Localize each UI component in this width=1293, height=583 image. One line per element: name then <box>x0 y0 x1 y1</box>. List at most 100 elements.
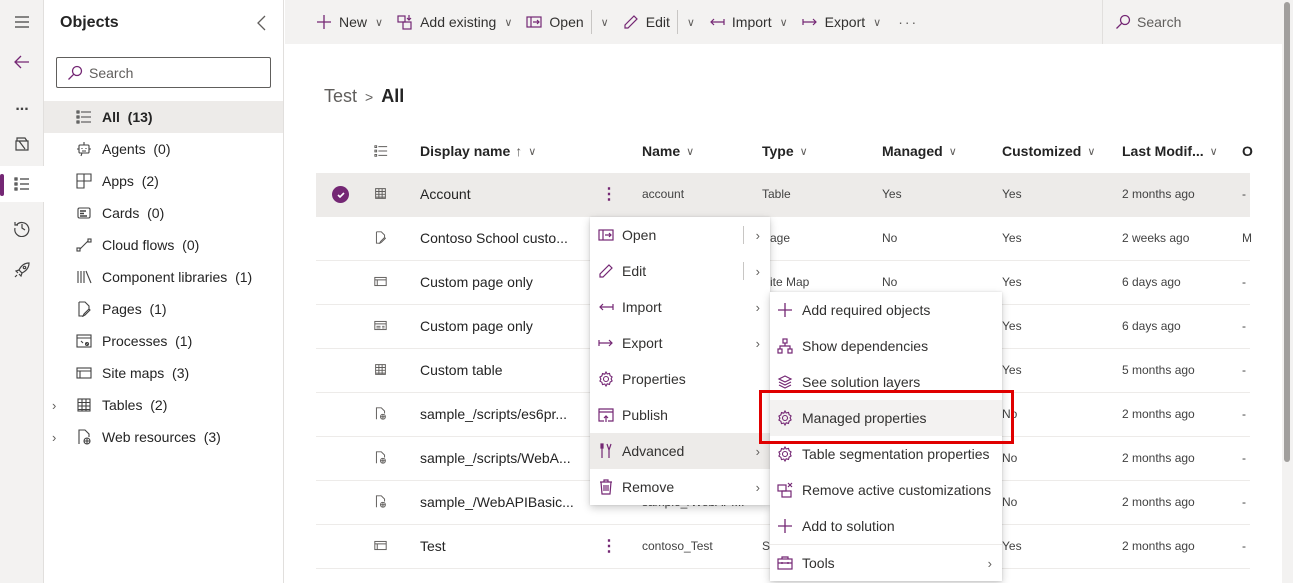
cell-display-name[interactable]: sample_/WebAPIBasic... <box>420 494 574 510</box>
menu-item-publish[interactable]: Publish <box>590 397 770 433</box>
chevron-right-icon[interactable]: › <box>756 228 760 243</box>
cell-name: contoso_Test <box>642 539 713 553</box>
objects-item-component-libraries[interactable]: Component libraries (1) <box>44 261 283 293</box>
cell-display-name[interactable]: sample_/scripts/WebA... <box>420 450 571 466</box>
menu-item-properties[interactable]: Properties <box>590 361 770 397</box>
menu-item-remove-active-customizations[interactable]: Remove active customizations <box>770 472 1002 508</box>
chevron-down-icon: ∨ <box>1087 145 1096 158</box>
table-row[interactable]: Contoso School custo... Page No Yes 2 we… <box>316 217 1252 261</box>
column-header-managed[interactable]: Managed ∨ <box>882 143 957 159</box>
objects-search-input[interactable]: Search <box>56 57 271 88</box>
new-button[interactable]: New ∨ <box>309 0 390 44</box>
breadcrumb-parent[interactable]: Test <box>324 86 357 107</box>
item-label: Cloud flows <box>102 237 175 253</box>
cell-display-name[interactable]: Custom page only <box>420 318 533 334</box>
objects-item-pages[interactable]: Pages (1) <box>44 293 283 325</box>
item-count: (13) <box>127 109 153 125</box>
objects-item-agents[interactable]: Agents (0) <box>44 133 283 165</box>
cell-owner: - <box>1242 407 1246 421</box>
export-button[interactable]: Export ∨ <box>795 0 889 44</box>
objects-item-all[interactable]: All (13) <box>44 101 283 133</box>
collapse-pane-button[interactable] <box>252 12 272 34</box>
back-arrow-icon <box>14 55 29 69</box>
cell-last-modified: 2 months ago <box>1122 451 1195 465</box>
history-icon <box>14 221 30 237</box>
rail-deploy[interactable] <box>0 252 44 288</box>
command-search-input[interactable]: Search <box>1102 0 1285 44</box>
cell-customized: Yes <box>1002 231 1022 245</box>
cell-customized: Yes <box>1002 319 1022 333</box>
rail-solutions[interactable] <box>0 126 44 162</box>
item-label: All <box>102 109 120 125</box>
chevron-right-icon[interactable]: › <box>756 264 760 279</box>
chevron-right-icon[interactable]: › <box>52 430 64 445</box>
column-header-last-modified[interactable]: Last Modif... ∨ <box>1122 143 1218 159</box>
open-button[interactable]: Open <box>519 0 590 44</box>
open-dropdown-button[interactable]: ∨ <box>592 0 616 44</box>
menu-item-export[interactable]: Export › <box>590 325 770 361</box>
menu-item-edit[interactable]: Edit › <box>590 253 770 289</box>
objects-item-tables[interactable]: › Tables (2) <box>44 389 283 421</box>
chevron-down-icon: ∨ <box>799 145 808 158</box>
objects-item-processes[interactable]: Processes (1) <box>44 325 283 357</box>
column-header-owner[interactable]: O <box>1242 143 1253 159</box>
column-header-name[interactable]: Name ∨ <box>642 143 694 159</box>
menu-item-advanced[interactable]: Advanced › <box>590 433 770 469</box>
sitemap-icon <box>374 275 388 289</box>
chevron-right-icon[interactable]: › <box>52 398 64 413</box>
rail-objects[interactable] <box>0 166 44 202</box>
back-button[interactable] <box>0 44 44 80</box>
menu-item-add-required-objects[interactable]: Add required objects <box>770 292 1002 328</box>
rocket-icon <box>14 262 30 278</box>
cell-managed: No <box>882 275 898 289</box>
objects-item-cards[interactable]: Cards (0) <box>44 197 283 229</box>
more-button[interactable]: ... <box>0 88 44 124</box>
objects-item-web-resources[interactable]: › Web resources (3) <box>44 421 283 453</box>
cell-display-name[interactable]: sample_/scripts/es6pr... <box>420 406 567 422</box>
row-more-actions-button[interactable]: ⋮ <box>601 536 617 556</box>
cell-managed: No <box>882 231 898 245</box>
objects-item-site-maps[interactable]: Site maps (3) <box>44 357 283 389</box>
more-commands-button[interactable]: ··· <box>888 14 928 30</box>
column-header-display-name[interactable]: Display name ↑ ∨ <box>420 143 536 159</box>
menu-item-managed-properties[interactable]: Managed properties <box>770 400 1002 436</box>
column-header-customized[interactable]: Customized ∨ <box>1002 143 1095 159</box>
cell-display-name[interactable]: Account <box>420 186 471 202</box>
edit-icon <box>597 262 615 280</box>
add-existing-button[interactable]: Add existing ∨ <box>390 0 519 44</box>
menu-item-add-to-solution[interactable]: Add to solution <box>770 508 1002 544</box>
page-edit-icon <box>75 300 93 318</box>
cell-display-name[interactable]: Test <box>420 538 446 554</box>
scrollbar-thumb[interactable] <box>1284 2 1290 462</box>
edit-button[interactable]: Edit <box>616 0 677 44</box>
row-selected-checkmark[interactable] <box>332 186 349 203</box>
hamburger-menu-button[interactable] <box>0 4 44 40</box>
cell-customized: No <box>1002 495 1018 509</box>
more-icon: ... <box>15 97 29 114</box>
menu-item-see-solution-layers[interactable]: See solution layers <box>770 364 1002 400</box>
cell-display-name[interactable]: Custom page only <box>420 274 533 290</box>
menu-item-open[interactable]: Open › <box>590 217 770 253</box>
menu-item-show-dependencies[interactable]: Show dependencies <box>770 328 1002 364</box>
cell-name: account <box>642 187 685 201</box>
table-row[interactable]: Account ⋮ account Table Yes Yes 2 months… <box>316 173 1250 217</box>
column-options-button[interactable] <box>374 144 388 158</box>
vertical-scrollbar[interactable] <box>1282 0 1293 583</box>
menu-item-tools[interactable]: Tools › <box>770 545 1002 581</box>
cell-display-name[interactable]: Contoso School custo... <box>420 230 568 246</box>
item-label: Processes <box>102 333 168 349</box>
menu-item-remove[interactable]: Remove › <box>590 469 770 505</box>
cell-display-name[interactable]: Custom table <box>420 362 502 378</box>
sitemap-icon <box>374 539 388 553</box>
column-header-type[interactable]: Type ∨ <box>762 143 808 159</box>
menu-item-import[interactable]: Import › <box>590 289 770 325</box>
menu-item-table-segmentation-properties[interactable]: Table segmentation properties <box>770 436 1002 472</box>
objects-title: Objects <box>60 14 119 31</box>
plus-icon <box>776 517 794 535</box>
import-button[interactable]: Import ∨ <box>702 0 795 44</box>
objects-item-apps[interactable]: Apps (2) <box>44 165 283 197</box>
edit-dropdown-button[interactable]: ∨ <box>678 0 702 44</box>
row-more-actions-button[interactable]: ⋮ <box>601 184 617 204</box>
objects-item-cloud-flows[interactable]: Cloud flows (0) <box>44 229 283 261</box>
rail-history[interactable] <box>0 210 44 246</box>
